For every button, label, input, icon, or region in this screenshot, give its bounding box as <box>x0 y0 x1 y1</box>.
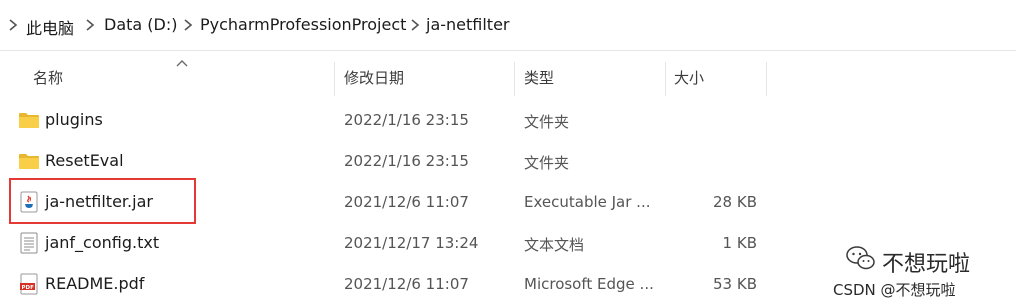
text-file-icon <box>20 232 38 254</box>
column-header-name[interactable]: 名称 <box>33 67 63 88</box>
column-header-type[interactable]: 类型 <box>524 67 554 88</box>
file-row-reseteval[interactable]: ResetEval 2022/1/16 23:15 文件夹 <box>0 141 1016 182</box>
folder-icon <box>19 154 39 169</box>
file-size: 1 KB <box>722 234 757 252</box>
file-type: 文本文档 <box>524 236 585 254</box>
file-type: 文件夹 <box>524 113 570 131</box>
file-name: janf_config.txt <box>45 233 160 252</box>
highlight-annotation-box <box>9 178 196 224</box>
watermark-account: 不想玩啦 <box>882 252 971 277</box>
column-header-size[interactable]: 大小 <box>674 67 704 88</box>
file-type: 文件夹 <box>524 154 570 172</box>
file-modified: 2022/1/16 23:15 <box>344 111 469 129</box>
watermark-credit: CSDN @不想玩啦 <box>833 281 956 299</box>
file-type: Executable Jar ... <box>524 193 651 211</box>
chevron-right-icon[interactable] <box>181 18 195 32</box>
file-name: plugins <box>45 110 103 129</box>
file-modified: 2021/12/6 11:07 <box>344 275 469 293</box>
file-name: README.pdf <box>45 274 145 293</box>
file-size: 53 KB <box>713 275 757 293</box>
breadcrumb-this-pc[interactable]: 此电脑 <box>26 15 74 39</box>
pdf-icon: PDF <box>20 273 38 295</box>
chevron-right-icon[interactable] <box>6 18 20 32</box>
breadcrumb-project[interactable]: PycharmProfessionProject <box>200 15 406 34</box>
column-divider[interactable] <box>514 62 515 96</box>
column-divider[interactable] <box>665 62 666 96</box>
file-size: 28 KB <box>713 193 757 211</box>
file-row-plugins[interactable]: plugins 2022/1/16 23:15 文件夹 <box>0 100 1016 141</box>
file-name: ResetEval <box>45 151 124 170</box>
column-header-modified[interactable]: 修改日期 <box>344 67 404 88</box>
file-modified: 2022/1/16 23:15 <box>344 152 469 170</box>
chevron-right-icon[interactable] <box>408 18 422 32</box>
folder-icon <box>19 113 39 128</box>
breadcrumb-current-folder[interactable]: ja-netfilter <box>426 15 510 34</box>
column-header-row: 名称 修改日期 类型 大小 <box>0 50 1016 100</box>
breadcrumb-drive[interactable]: Data (D:) <box>104 15 177 34</box>
address-bar: 此电脑 Data (D:) PycharmProfessionProject j… <box>0 0 1016 51</box>
column-divider[interactable] <box>766 62 767 96</box>
wechat-icon <box>846 246 875 270</box>
file-type: Microsoft Edge ... <box>524 275 654 293</box>
file-modified: 2021/12/6 11:07 <box>344 193 469 211</box>
file-modified: 2021/12/17 13:24 <box>344 234 479 252</box>
column-divider[interactable] <box>334 62 335 96</box>
chevron-right-icon[interactable] <box>83 18 97 32</box>
svg-text:PDF: PDF <box>22 285 35 291</box>
